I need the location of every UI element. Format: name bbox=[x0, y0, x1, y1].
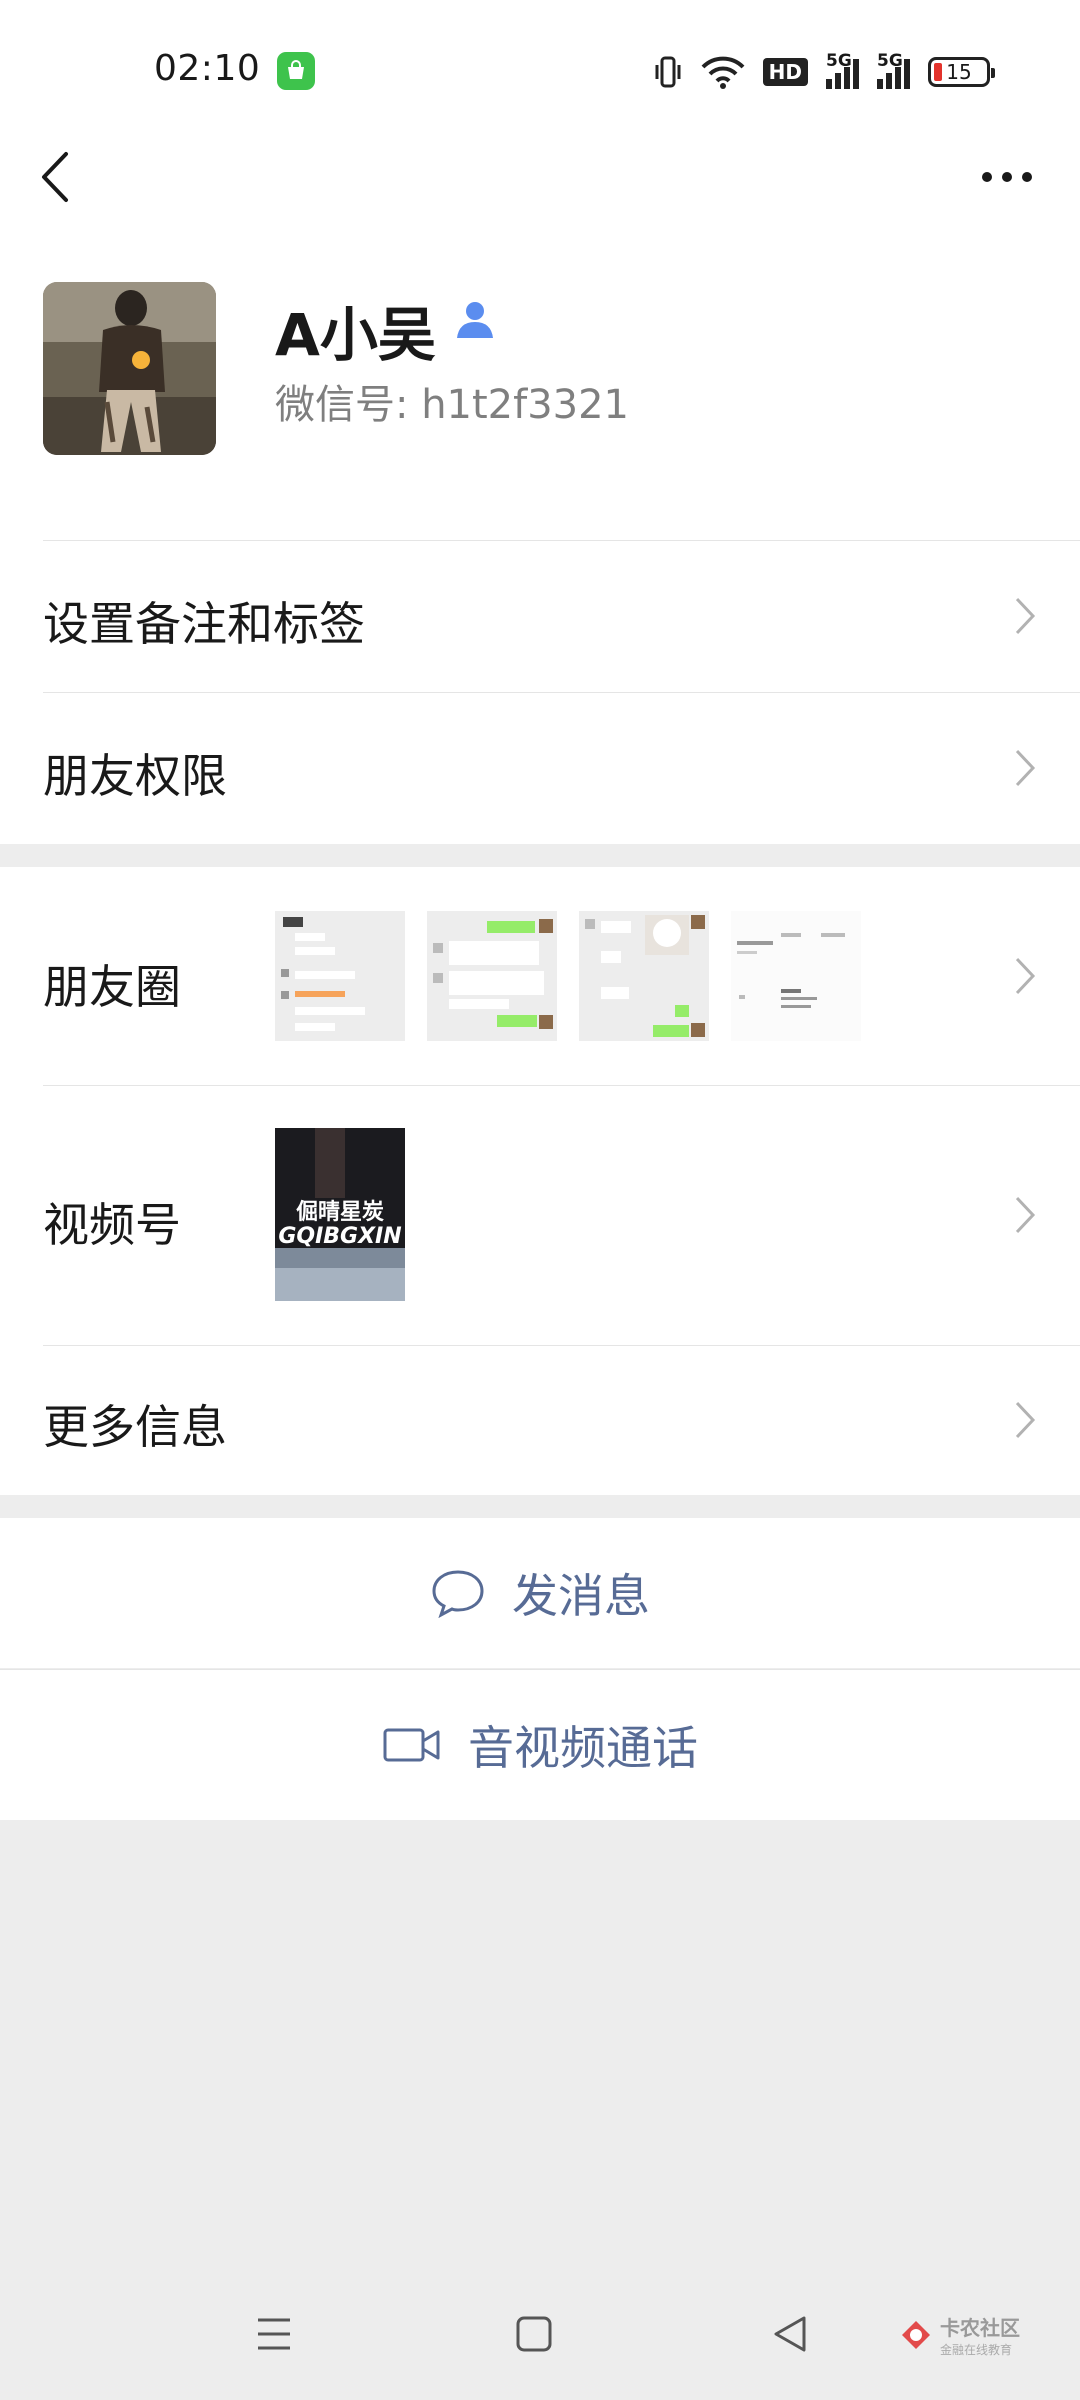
remark-tags-label: 设置备注和标签 bbox=[43, 597, 365, 651]
send-message-label: 发消息 bbox=[512, 1569, 650, 1623]
wechat-id: 微信号: h1t2f3321 bbox=[275, 382, 630, 428]
contact-name: A小吴 bbox=[275, 301, 436, 369]
av-call-label: 音视频通话 bbox=[468, 1721, 698, 1775]
moments-thumbnail bbox=[579, 911, 709, 1041]
divider bbox=[43, 692, 1080, 693]
av-call-button[interactable]: 音视频通话 bbox=[0, 1669, 1080, 1820]
send-message-button[interactable]: 发消息 bbox=[0, 1518, 1080, 1668]
remark-tags-row[interactable]: 设置备注和标签 bbox=[0, 540, 1080, 692]
divider bbox=[43, 1085, 1080, 1086]
channels-row[interactable]: 视频号 倔晴星炭 GQIBGXIN bbox=[0, 1085, 1080, 1345]
more-info-label: 更多信息 bbox=[43, 1400, 227, 1454]
app-notification-icon bbox=[277, 52, 315, 90]
vibrate-icon bbox=[655, 56, 681, 88]
status-time: 02:10 bbox=[154, 48, 261, 89]
moments-thumbnail bbox=[427, 911, 557, 1041]
channels-thumbnail: 倔晴星炭 GQIBGXIN bbox=[275, 1128, 405, 1301]
back-nav-icon[interactable] bbox=[770, 2314, 810, 2354]
friend-permissions-label: 朋友权限 bbox=[43, 749, 227, 803]
watermark-title: 卡农社区 bbox=[940, 2316, 1020, 2340]
chevron-right-icon bbox=[1015, 957, 1036, 995]
contact-person-icon bbox=[457, 302, 493, 338]
divider bbox=[43, 540, 1080, 541]
channels-thumb-text: GQIBGXIN bbox=[278, 1224, 402, 1249]
chevron-right-icon bbox=[1015, 749, 1036, 787]
back-icon[interactable] bbox=[38, 150, 72, 204]
channels-label: 视频号 bbox=[43, 1198, 181, 1252]
chevron-right-icon bbox=[1015, 1196, 1036, 1234]
menu-icon[interactable] bbox=[254, 2314, 294, 2354]
friend-permissions-row[interactable]: 朋友权限 bbox=[0, 692, 1080, 844]
channels-thumb-cn: 倔晴星炭 bbox=[295, 1200, 384, 1225]
more-info-row[interactable]: 更多信息 bbox=[0, 1345, 1080, 1495]
battery-icon: 15 bbox=[928, 57, 995, 87]
wifi-icon bbox=[701, 56, 745, 89]
video-camera-icon bbox=[383, 1728, 440, 1762]
avatar[interactable] bbox=[43, 282, 216, 455]
watermark: 卡农社区 金融在线教育 bbox=[900, 2312, 1020, 2358]
moments-row[interactable]: 朋友圈 bbox=[0, 867, 1080, 1085]
signal-2-icon: 5G bbox=[877, 51, 910, 89]
home-icon[interactable] bbox=[514, 2314, 554, 2354]
moments-thumbnail bbox=[275, 911, 405, 1041]
more-icon[interactable] bbox=[980, 170, 1034, 184]
profile-header: A小吴 微信号: h1t2f3321 bbox=[0, 260, 1080, 540]
divider bbox=[43, 1345, 1080, 1346]
hd-icon: HD bbox=[762, 58, 808, 86]
chevron-right-icon bbox=[1015, 597, 1036, 635]
watermark-subtitle: 金融在线教育 bbox=[940, 2343, 1013, 2357]
chevron-right-icon bbox=[1015, 1401, 1036, 1439]
watermark-logo-icon bbox=[902, 2321, 930, 2349]
signal-1-icon: 5G bbox=[826, 51, 859, 89]
moments-label: 朋友圈 bbox=[43, 960, 181, 1014]
status-icons: HD 5G 5G 15 bbox=[653, 51, 995, 92]
nav-bar bbox=[0, 140, 1080, 260]
chat-bubble-icon bbox=[432, 1570, 484, 1618]
moments-thumbnail bbox=[731, 911, 861, 1041]
status-bar: 02:10 HD 5G 5G 15 bbox=[0, 0, 1080, 140]
